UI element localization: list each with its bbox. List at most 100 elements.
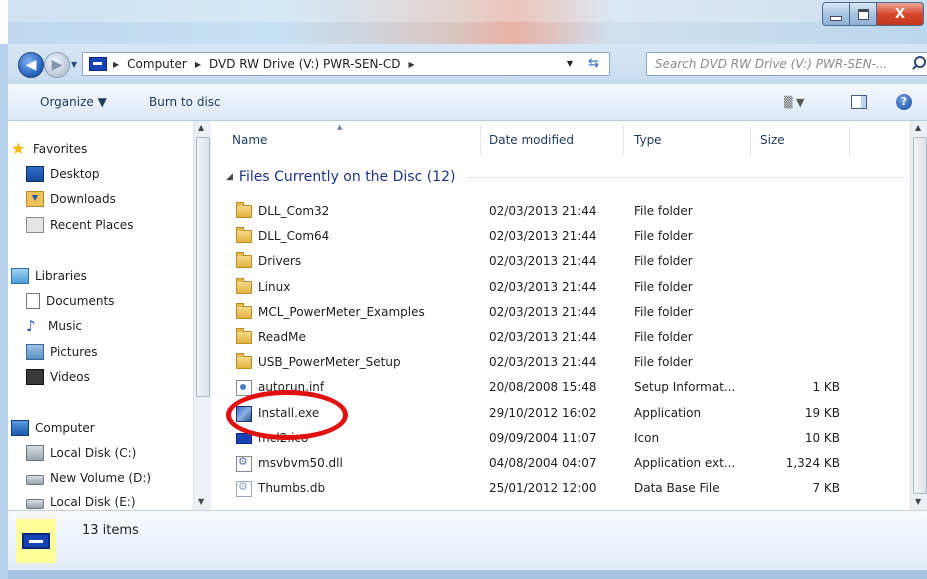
dll-icon (236, 455, 252, 472)
breadcrumb-dvd-drive[interactable]: DVD RW Drive (V:) PWR-SEN-CD (209, 57, 401, 71)
column-divider[interactable] (750, 126, 751, 156)
file-row[interactable]: ReadMe 02/03/2013 21:44 File folder (212, 324, 910, 349)
search-input[interactable]: Search DVD RW Drive (V:) PWR-SEN-... (647, 57, 905, 71)
close-icon: X (894, 6, 906, 22)
file-name: USB_PowerMeter_Setup (258, 355, 401, 370)
file-row[interactable]: Linux 02/03/2013 21:44 File folder (212, 274, 910, 299)
breadcrumb-computer[interactable]: Computer (127, 57, 187, 71)
nav-item-pictures[interactable]: Pictures (26, 342, 98, 362)
nav-item-music[interactable]: ♪ Music (26, 316, 82, 336)
column-header-date-modified[interactable]: Date modified (489, 133, 574, 147)
breadcrumb-separator-icon[interactable]: ▶ (113, 60, 119, 69)
file-row[interactable]: DLL_Com32 02/03/2013 21:44 File folder (212, 198, 910, 223)
organize-button[interactable]: Organize ▼ (40, 95, 107, 109)
file-type: File folder (634, 254, 693, 269)
refresh-icon[interactable]: ⇆ (588, 56, 599, 71)
maximize-button[interactable] (850, 2, 877, 26)
collapse-group-icon[interactable]: ◢ (226, 172, 233, 182)
column-divider[interactable] (623, 126, 624, 156)
file-row[interactable]: DLL_Com64 02/03/2013 21:44 File folder (212, 223, 910, 248)
column-header-size[interactable]: Size (760, 133, 785, 147)
file-type: File folder (634, 304, 693, 319)
burn-to-disc-button[interactable]: Burn to disc (149, 95, 221, 109)
nav-item-videos[interactable]: Videos (26, 367, 90, 387)
folder-icon (236, 202, 252, 218)
nav-item-desktop[interactable]: Desktop (26, 164, 100, 184)
nav-item-local-disk-e[interactable]: Local Disk (E:) (26, 492, 136, 510)
file-name: msvbvm50.dll (258, 456, 343, 470)
column-divider[interactable] (480, 126, 481, 156)
column-divider[interactable] (849, 126, 850, 156)
file-name: Linux (258, 279, 291, 294)
favorites-star-icon: ★ (11, 139, 26, 158)
nav-item-new-volume-d[interactable]: New Volume (D:) (26, 468, 151, 488)
install-exe-highlight-ring (226, 390, 348, 440)
window-frame-left (0, 44, 8, 579)
file-type: Setup Informat... (634, 380, 736, 395)
recent-pages-dropdown[interactable]: ▼ (71, 60, 77, 69)
scroll-up-arrow-icon[interactable]: ▲ (198, 123, 204, 132)
file-row[interactable]: USB_PowerMeter_Setup 02/03/2013 21:44 File… (212, 349, 910, 374)
file-type: File folder (634, 330, 693, 344)
explorer-window: X ◀ ▶ ▼ ▶ Computer ▶ DVD RW Drive (V:) P… (0, 0, 927, 579)
nav-computer[interactable]: Computer (11, 418, 95, 438)
file-name: MCL_PowerMeter_Examples (258, 304, 425, 319)
minimize-button[interactable] (822, 2, 850, 26)
search-icon[interactable] (914, 56, 926, 68)
search-box[interactable]: Search DVD RW Drive (V:) PWR-SEN-... (646, 52, 927, 76)
nav-libraries[interactable]: Libraries (11, 266, 87, 286)
help-icon[interactable]: ? (896, 94, 912, 110)
file-date-modified: 02/03/2013 21:44 (489, 229, 597, 244)
hard-disk-icon (26, 475, 44, 485)
forward-arrow-icon: ▶ (51, 57, 63, 73)
scroll-down-arrow-icon[interactable]: ▼ (915, 497, 921, 506)
nav-item-local-disk-c[interactable]: Local Disk (C:) (26, 443, 136, 463)
videos-icon (26, 369, 44, 385)
preview-pane-icon[interactable] (851, 95, 867, 109)
file-row[interactable]: Thumbs.db 25/01/2012 12:00 Data Base File 7… (212, 475, 910, 500)
folder-icon (236, 328, 252, 344)
forward-button[interactable]: ▶ (44, 52, 70, 78)
file-list-scroll-thumb[interactable] (913, 137, 927, 494)
file-name: DLL_Com32 (258, 204, 330, 218)
file-type: Icon (634, 430, 660, 445)
navigation-scrollbar[interactable]: ▲ ▼ (193, 121, 211, 510)
group-header[interactable]: ◢ Files Currently on the Disc (12) (226, 169, 906, 185)
nav-item-downloads[interactable]: Downloads (26, 189, 116, 209)
scroll-up-arrow-icon[interactable]: ▲ (915, 123, 921, 132)
back-button[interactable]: ◀ (18, 52, 44, 78)
close-button[interactable]: X (877, 2, 924, 26)
back-arrow-icon: ◀ (25, 57, 37, 73)
scroll-down-arrow-icon[interactable]: ▼ (198, 497, 204, 506)
file-size: 1,324 KB (785, 456, 840, 470)
file-date-modified: 20/08/2008 15:48 (489, 380, 597, 395)
address-dropdown-icon[interactable]: ▼ (567, 59, 573, 68)
folder-icon (236, 353, 252, 370)
address-bar[interactable]: ▶ Computer ▶ DVD RW Drive (V:) PWR-SEN-C… (82, 52, 610, 76)
file-row[interactable]: msvbvm50.dll 04/08/2004 04:07 Application … (212, 450, 910, 475)
navigation-scroll-thumb[interactable] (196, 137, 210, 397)
file-date-modified: 04/08/2004 04:07 (489, 456, 597, 470)
minimize-icon (830, 15, 842, 21)
file-date-modified: 02/03/2013 21:44 (489, 204, 597, 218)
column-header-type[interactable]: Type (634, 133, 662, 147)
file-row[interactable]: Drivers 02/03/2013 21:44 File folder (212, 248, 910, 273)
nav-item-recent-places[interactable]: Recent Places (26, 215, 133, 235)
hard-disk-icon (26, 499, 44, 509)
dvd-drive-large-icon (22, 533, 50, 549)
item-count: 13 items (82, 523, 139, 538)
change-view-icon[interactable]: ▒ ▼ (784, 96, 804, 109)
nav-item-documents[interactable]: Documents (26, 291, 114, 311)
nav-favorites[interactable]: ★ Favorites (11, 139, 87, 159)
command-bar: Organize ▼ Burn to disc ▒ ▼ ? (8, 84, 927, 121)
file-row[interactable]: MCL_PowerMeter_Examples 02/03/2013 21:44 F… (212, 299, 910, 324)
documents-icon (26, 293, 40, 309)
file-list-scrollbar[interactable]: ▲ ▼ (910, 121, 927, 510)
column-header-name[interactable]: Name (232, 133, 267, 147)
breadcrumb-separator-icon[interactable]: ▶ (408, 60, 414, 69)
file-list-pane: Name ▲ Date modified Type Size ◢ Files C… (212, 121, 910, 510)
file-type: Application ext... (634, 456, 736, 470)
title-bar[interactable]: X (8, 0, 927, 44)
downloads-icon (26, 191, 44, 207)
breadcrumb-separator-icon[interactable]: ▶ (195, 60, 201, 69)
